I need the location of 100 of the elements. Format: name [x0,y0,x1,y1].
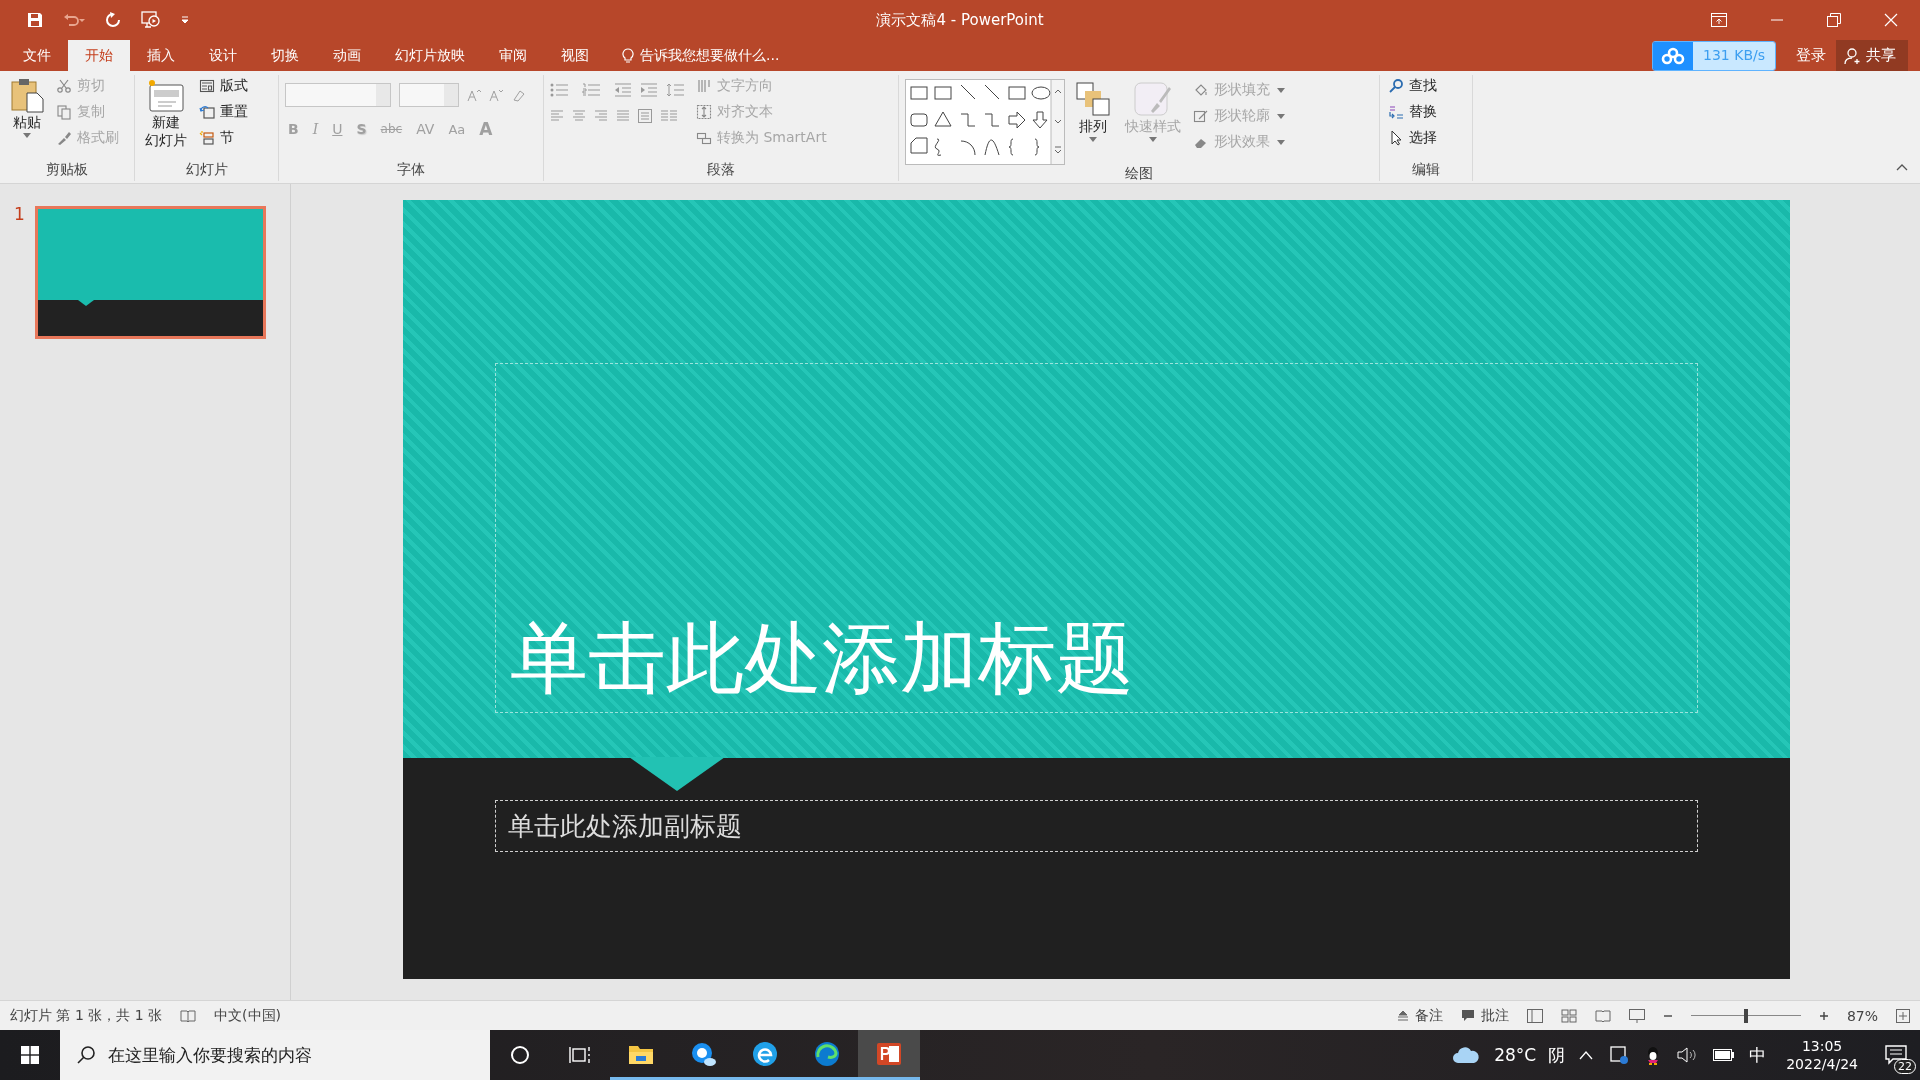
input-method-indicator[interactable]: 中 [1749,1043,1767,1067]
new-slide-icon [146,77,186,113]
ribbon-button[interactable]: 查找 [1386,75,1439,97]
ribbon-button[interactable]: 节 [197,127,250,149]
ribbon-tab[interactable]: 动画 [316,40,378,71]
ribbon-button[interactable]: 替换 [1386,101,1439,123]
caret-icon [23,133,31,138]
tell-me-search[interactable]: 告诉我您想要做什么... [606,40,780,71]
lightbulb-icon [622,47,634,64]
slideshow-icon[interactable] [1628,1008,1645,1023]
search-icon [76,1045,96,1065]
speaker-icon[interactable] [1677,1047,1698,1063]
chevron-up-icon[interactable] [1579,1050,1594,1060]
restore-icon[interactable] [1827,13,1841,27]
slide-thumbnail[interactable] [34,206,266,339]
battery-icon[interactable] [1713,1049,1736,1061]
paste-button[interactable]: 粘贴 [6,75,48,140]
ribbon-button[interactable]: 重置 [197,101,250,123]
paint-bucket-icon [1193,82,1209,98]
ribbon-tab[interactable]: 设计 [192,40,254,71]
collapse-ribbon-icon[interactable] [1896,163,1908,171]
redo-icon[interactable] [105,12,121,28]
clock-time[interactable]: 13:05 [1801,1038,1843,1054]
scissors-icon [56,78,72,94]
cloud-icon [1653,41,1694,70]
ribbon-tab[interactable]: 幻灯片放映 [378,40,482,71]
text-direction-icon [696,78,712,94]
edge-icon [813,1039,841,1068]
brush-icon [1133,81,1173,117]
ribbon-button[interactable]: 版式 [197,75,250,97]
reading-view-icon[interactable] [1594,1008,1611,1023]
subtitle-placeholder[interactable]: 单击此处添加副标题 [495,800,1698,852]
language-button[interactable]: 中文(中国) [214,1006,281,1025]
comment-icon [1460,1008,1475,1023]
browser-icon [751,1039,779,1068]
reset-icon [199,104,215,120]
share-button[interactable]: 共享 [1836,40,1908,71]
sync-icon[interactable] [1609,1045,1630,1065]
arrange-button[interactable]: 排列 [1071,79,1115,144]
copy-icon [56,104,72,120]
replace-icon [1388,104,1404,120]
fit-to-window-icon[interactable] [1896,1008,1910,1023]
ribbon-tab[interactable]: 视图 [544,40,606,71]
customize-icon[interactable] [181,16,189,24]
plus-icon[interactable] [1818,1010,1829,1021]
caret-icon [1277,139,1285,145]
new-slide-button[interactable]: 新建 幻灯片 [141,75,191,151]
smartart-icon [696,130,712,146]
slide-sorter-icon[interactable] [1560,1008,1577,1023]
ribbon-tab[interactable]: 插入 [130,40,192,71]
add-person-icon [1844,46,1862,65]
normal-view-icon[interactable] [1526,1008,1543,1023]
slide-number: 1 [14,204,25,224]
weather-cloud-icon[interactable] [1452,1045,1481,1065]
undo-icon[interactable] [63,12,85,28]
close-icon[interactable] [1884,13,1898,27]
circle-icon [510,1045,530,1065]
align-text-icon [696,104,712,120]
windows-logo-icon [21,1046,39,1064]
taskbar-app-button[interactable] [858,1030,920,1080]
ribbon-button[interactable]: 选择 [1386,127,1439,149]
sign-in-link[interactable]: 登录 [1786,40,1836,71]
tell-me-text: 告诉我您想要做什么... [640,46,780,65]
ribbon-display-icon[interactable] [1711,13,1727,27]
clock-date[interactable]: 2022/4/24 [1786,1056,1858,1072]
cursor-icon [1388,130,1404,146]
group-label: 段落 [706,161,736,179]
spell-check-icon[interactable] [180,1008,197,1023]
notification-center-button[interactable]: 22 [1872,1030,1920,1080]
zoom-slider[interactable] [1690,1008,1801,1023]
ribbon-tab[interactable]: 文件 [6,40,68,71]
notes-button[interactable]: 备注 [1396,1006,1443,1025]
search-icon [1388,78,1404,94]
slideshow-icon[interactable] [141,11,161,29]
clipboard-icon [10,77,44,113]
zoom-level[interactable]: 87% [1846,1007,1878,1024]
zoom-slider-thumb[interactable] [1743,1008,1748,1023]
save-icon[interactable] [27,12,43,28]
layout-icon [199,78,215,94]
weather-condition: 阴 [1548,1043,1566,1067]
section-icon [199,130,215,146]
comments-button[interactable]: 批注 [1460,1006,1509,1025]
notification-count: 22 [1894,1059,1916,1074]
ribbon-tab[interactable]: 切换 [254,40,316,71]
group-label: 编辑 [1411,161,1441,179]
shapes-gallery[interactable] [905,79,1065,165]
temperature: 28°C [1494,1045,1537,1065]
ribbon-tab[interactable]: 开始 [68,40,130,71]
ribbon-tab[interactable]: 审阅 [482,40,544,71]
caret-icon [1089,137,1097,142]
group-label: 字体 [396,161,426,179]
caret-icon [1277,87,1285,93]
caret-icon [1277,113,1285,119]
taskbar-search-field[interactable]: 在这里输入你要搜索的内容 [60,1030,490,1080]
window-title: 演示文稿4 - PowerPoint [876,10,1044,30]
arrange-icon [1075,81,1111,117]
slide-info: 幻灯片 第 1 张，共 1 张 [10,1006,163,1025]
pencil-icon [1193,108,1209,124]
group-label: 剪贴板 [45,161,89,179]
group-label: 幻灯片 [184,161,229,179]
